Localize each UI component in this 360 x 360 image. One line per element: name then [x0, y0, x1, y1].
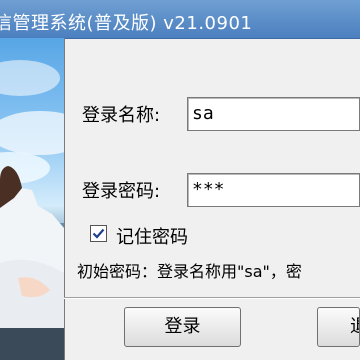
remember-password-label[interactable]: 记住密码	[116, 223, 188, 249]
login-window: 信管理系统(普及版) v21.0901 登录名称: sa 登录密码: *** 记…	[0, 0, 360, 360]
password-input[interactable]: ***	[187, 173, 360, 207]
window-title: 信管理系统(普及版) v21.0901	[0, 13, 253, 34]
username-input[interactable]: sa	[187, 97, 360, 131]
login-photo	[0, 38, 65, 360]
initial-password-hint: 初始密码：登录名称用"sa"，密	[77, 262, 302, 281]
password-label: 登录密码:	[82, 181, 161, 202]
remember-password-checkbox[interactable]	[90, 225, 107, 242]
checkmark-icon	[92, 228, 105, 239]
exit-button[interactable]: 退	[317, 307, 360, 347]
login-button[interactable]: 登录	[124, 307, 241, 347]
username-label: 登录名称:	[82, 105, 161, 126]
title-bar[interactable]: 信管理系统(普及版) v21.0901	[0, 0, 360, 39]
button-separator	[64, 297, 360, 299]
